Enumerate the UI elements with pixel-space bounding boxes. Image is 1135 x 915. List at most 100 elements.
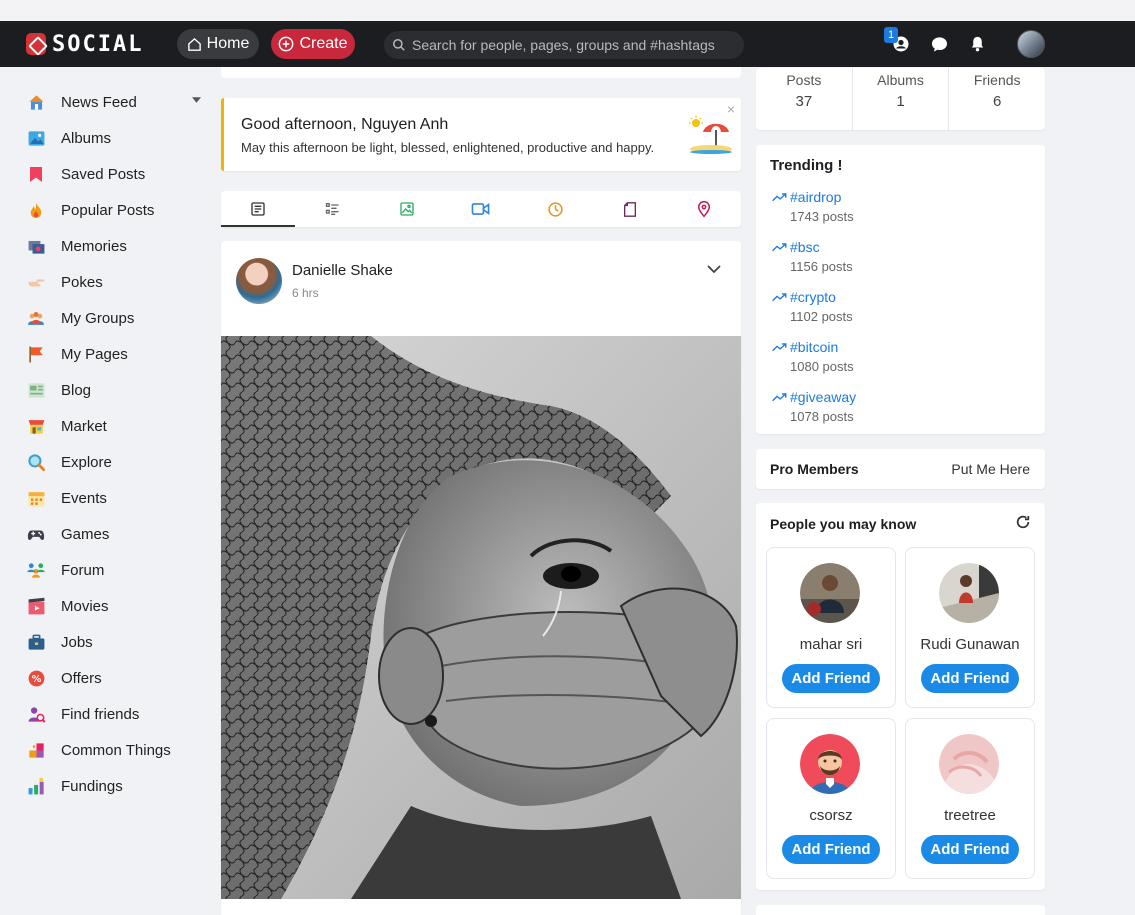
messages-button[interactable] xyxy=(928,33,950,55)
person-avatar[interactable] xyxy=(800,734,860,794)
gauge-icon xyxy=(548,201,563,217)
sidebar-item-blog[interactable]: Blog xyxy=(26,372,206,408)
calendar-icon xyxy=(26,488,46,508)
sidebar-item-fundings[interactable]: Fundings xyxy=(26,768,206,804)
home-button[interactable]: Home xyxy=(177,29,259,59)
sidebar-item-popular-posts[interactable]: Popular Posts xyxy=(26,192,206,228)
person-name[interactable]: Rudi Gunawan xyxy=(906,636,1034,653)
map-pin-icon xyxy=(697,200,710,218)
fundings-icon xyxy=(26,776,46,796)
sidebar-item-market[interactable]: Market xyxy=(26,408,206,444)
stat-label: Albums xyxy=(877,72,924,88)
sidebar-item-my-pages[interactable]: My Pages xyxy=(26,336,206,372)
logo-icon xyxy=(26,33,46,55)
sidebar-item-forum[interactable]: Forum xyxy=(26,552,206,588)
person-name[interactable]: csorsz xyxy=(767,807,895,824)
stat-albums[interactable]: Albums 1 xyxy=(851,68,949,130)
create-button[interactable]: Create xyxy=(271,29,355,59)
site-logo[interactable]: SOCIAL xyxy=(26,32,143,57)
sidebar-item-label: Blog xyxy=(61,381,92,399)
close-icon[interactable]: × xyxy=(727,101,735,117)
trending-count: 1156 posts xyxy=(790,259,853,274)
trending-tag[interactable]: #bsc xyxy=(790,239,820,255)
feed-card-top-edge xyxy=(221,67,741,78)
sidebar-item-albums[interactable]: Albums xyxy=(26,120,206,156)
sidebar-item-movies[interactable]: Movies xyxy=(26,588,206,624)
beach-umbrella-icon xyxy=(689,116,732,154)
put-me-here-link[interactable]: Put Me Here xyxy=(951,461,1030,477)
friend-requests-button[interactable]: 1 xyxy=(884,27,912,55)
sidebar-item-label: Memories xyxy=(61,237,127,255)
sidebar-item-news-feed[interactable]: News Feed xyxy=(26,84,206,120)
trending-item[interactable]: #bsc 1156 posts xyxy=(772,239,853,274)
trending-tag[interactable]: #bitcoin xyxy=(790,339,838,355)
tab-text-post[interactable] xyxy=(221,191,296,227)
sidebar-item-explore[interactable]: Explore xyxy=(26,444,206,480)
flag-icon xyxy=(26,344,46,364)
sidebar-item-common-things[interactable]: Common Things xyxy=(26,732,206,768)
sidebar-item-label: Forum xyxy=(61,561,105,579)
left-sidebar: News Feed Albums Saved Posts Popular Pos… xyxy=(26,84,206,804)
sidebar-item-saved-posts[interactable]: Saved Posts xyxy=(26,156,206,192)
stat-label: Posts xyxy=(786,72,822,88)
refresh-icon[interactable] xyxy=(1015,514,1031,530)
tab-video-post[interactable] xyxy=(444,191,518,227)
list-post-icon xyxy=(325,203,339,215)
albums-icon xyxy=(26,128,46,148)
trending-tag[interactable]: #airdrop xyxy=(790,189,841,205)
trending-count: 1078 posts xyxy=(790,409,854,424)
sidebar-item-label: Market xyxy=(61,417,107,435)
post-image[interactable] xyxy=(221,336,741,899)
sidebar-item-offers[interactable]: % Offers xyxy=(26,660,206,696)
forum-icon xyxy=(26,560,46,580)
trending-item[interactable]: #airdrop 1743 posts xyxy=(772,189,854,224)
post-footer-edge xyxy=(221,899,741,915)
add-friend-button[interactable]: Add Friend xyxy=(782,664,880,693)
briefcase-icon xyxy=(26,632,46,652)
chevron-down-icon[interactable] xyxy=(192,97,201,103)
post-author-avatar[interactable] xyxy=(236,258,282,304)
chevron-down-icon[interactable] xyxy=(707,265,721,274)
blog-icon xyxy=(26,380,46,400)
post-author-name[interactable]: Danielle Shake xyxy=(292,262,393,279)
person-name[interactable]: mahar sri xyxy=(767,636,895,653)
add-friend-button[interactable]: Add Friend xyxy=(921,664,1019,693)
person-avatar[interactable] xyxy=(939,563,999,623)
pro-members-title: Pro Members xyxy=(770,461,859,477)
sidebar-item-memories[interactable]: Memories xyxy=(26,228,206,264)
gamepad-icon xyxy=(26,524,46,544)
tab-list-post[interactable] xyxy=(295,191,369,227)
tab-location-post[interactable] xyxy=(667,191,741,227)
person-avatar[interactable] xyxy=(939,734,999,794)
post-timestamp[interactable]: 6 hrs xyxy=(292,286,319,300)
trending-item[interactable]: #bitcoin 1080 posts xyxy=(772,339,854,374)
tab-photo-post[interactable] xyxy=(370,191,444,227)
stat-posts[interactable]: Posts 37 xyxy=(756,68,852,130)
stat-friends[interactable]: Friends 6 xyxy=(948,68,1045,130)
sidebar-item-games[interactable]: Games xyxy=(26,516,206,552)
sidebar-item-pokes[interactable]: Pokes xyxy=(26,264,206,300)
sidebar-item-my-groups[interactable]: My Groups xyxy=(26,300,206,336)
trending-item[interactable]: #crypto 1102 posts xyxy=(772,289,853,324)
tab-activity-post[interactable] xyxy=(518,191,592,227)
sidebar-item-label: Explore xyxy=(61,453,112,471)
trending-tag[interactable]: #giveaway xyxy=(790,389,856,405)
sidebar-item-jobs[interactable]: Jobs xyxy=(26,624,206,660)
add-friend-button[interactable]: Add Friend xyxy=(921,835,1019,864)
sidebar-item-find-friends[interactable]: Find friends xyxy=(26,696,206,732)
add-friend-button[interactable]: Add Friend xyxy=(782,835,880,864)
tab-file-post[interactable] xyxy=(592,191,666,227)
stat-label: Friends xyxy=(973,72,1021,88)
svg-text:%: % xyxy=(31,674,41,685)
person-avatar[interactable] xyxy=(800,563,860,623)
search-input[interactable] xyxy=(412,37,732,53)
search-bar[interactable] xyxy=(384,31,744,59)
user-avatar[interactable] xyxy=(1017,30,1045,58)
trending-item[interactable]: #giveaway 1078 posts xyxy=(772,389,856,424)
notifications-button[interactable] xyxy=(966,33,988,55)
trending-tag[interactable]: #crypto xyxy=(790,289,836,305)
trending-title: Trending ! xyxy=(770,157,843,174)
greeting-title: Good afternoon, Nguyen Anh xyxy=(241,116,449,133)
person-name[interactable]: treetree xyxy=(906,807,1034,824)
sidebar-item-events[interactable]: Events xyxy=(26,480,206,516)
